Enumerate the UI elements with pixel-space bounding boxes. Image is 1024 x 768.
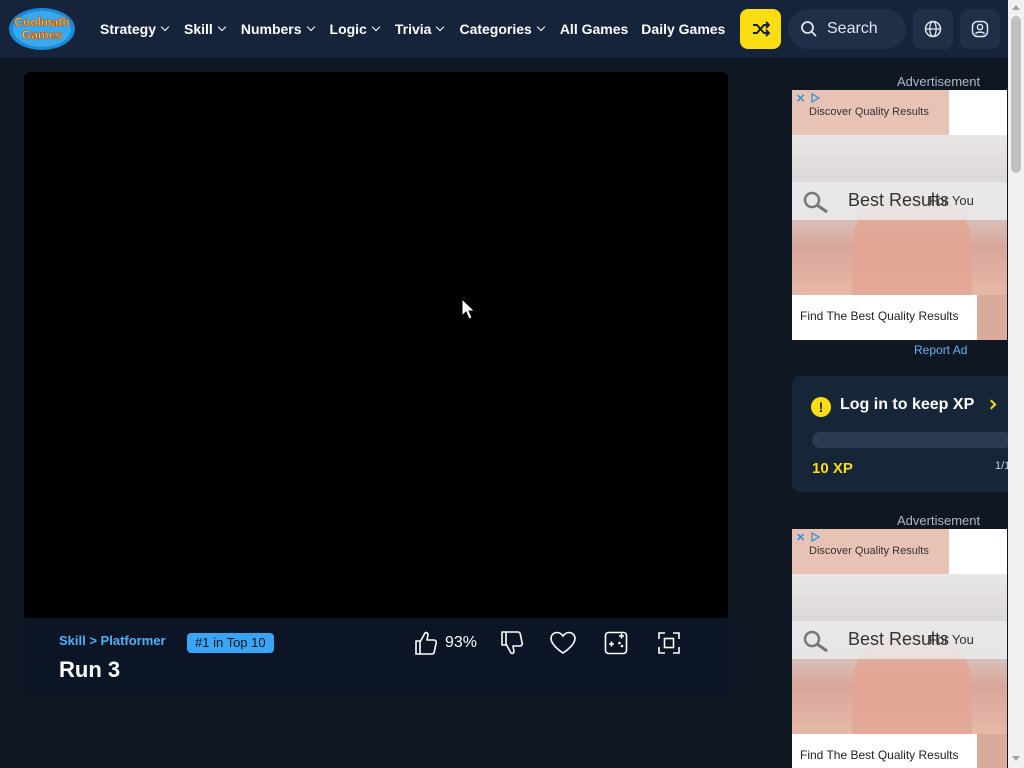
xp-progress-bar bbox=[812, 432, 1008, 448]
report-ad-link[interactable]: Report Ad bbox=[914, 343, 967, 357]
fullscreen-icon bbox=[658, 632, 680, 654]
favorite-button[interactable] bbox=[549, 630, 577, 656]
nav-numbers[interactable]: Numbers bbox=[241, 21, 315, 37]
random-game-button[interactable] bbox=[740, 9, 781, 49]
advertisement-label: Advertisement bbox=[897, 74, 981, 89]
advertisement-label: Advertisement bbox=[897, 513, 981, 528]
ad-caption[interactable]: Find The Best Quality Results bbox=[792, 295, 977, 340]
account-button[interactable] bbox=[960, 9, 1000, 49]
ad-caption-text: Find The Best Quality Results bbox=[800, 309, 959, 323]
close-icon[interactable]: ✕ bbox=[796, 92, 805, 105]
warning-icon: ! bbox=[811, 397, 831, 417]
breadcrumb[interactable]: Skill > Platformer bbox=[59, 633, 166, 648]
ad-search-small-text: For You bbox=[929, 193, 974, 208]
xp-amount: 10 XP bbox=[812, 460, 853, 477]
top-navigation-bar: Coolmath Games Strategy Skill Numbers Lo… bbox=[0, 0, 1008, 58]
chevron-down-icon bbox=[536, 22, 546, 32]
globe-icon bbox=[924, 20, 942, 38]
scroll-down-arrow-icon[interactable] bbox=[1012, 756, 1020, 761]
user-icon bbox=[971, 20, 989, 38]
nav-all-games[interactable]: All Games bbox=[560, 21, 628, 37]
chevron-down-icon bbox=[436, 22, 445, 32]
game-title: Run 3 bbox=[59, 657, 121, 682]
nav-strategy[interactable]: Strategy bbox=[100, 21, 170, 37]
chevron-right-icon bbox=[986, 399, 997, 410]
thumbs-down-icon bbox=[501, 631, 524, 655]
ad-image[interactable]: Best Results For You bbox=[792, 574, 1007, 744]
logo-text-bottom: Games bbox=[22, 28, 62, 42]
magnifier-icon bbox=[803, 630, 828, 653]
ad-image[interactable]: Best Results For You bbox=[792, 135, 1007, 305]
search-button[interactable]: Search bbox=[788, 9, 906, 49]
chevron-down-icon bbox=[160, 22, 170, 32]
close-icon[interactable]: ✕ bbox=[796, 531, 805, 544]
chevron-down-icon bbox=[217, 22, 227, 32]
xp-login-prompt[interactable]: Log in to keep XP bbox=[840, 396, 974, 414]
rating-percentage: 93% bbox=[445, 634, 478, 651]
thumbs-up-icon bbox=[415, 631, 438, 655]
nav-daily-games[interactable]: Daily Games bbox=[641, 21, 725, 37]
nav-categories[interactable]: Categories bbox=[459, 21, 546, 37]
magnifier-icon bbox=[803, 191, 828, 214]
ad-header-text: Discover Quality Results bbox=[809, 545, 929, 557]
game-library-button[interactable] bbox=[604, 630, 628, 656]
chevron-down-icon bbox=[306, 22, 315, 32]
gamepad-add-icon bbox=[604, 631, 628, 655]
ad-caption[interactable]: Find The Best Quality Results bbox=[792, 734, 977, 768]
like-button[interactable]: 93% bbox=[414, 630, 477, 656]
dislike-button[interactable] bbox=[500, 630, 524, 656]
nav-skill[interactable]: Skill bbox=[184, 21, 227, 37]
ad-caption-text: Find The Best Quality Results bbox=[800, 748, 959, 762]
ad-search-graphic: Best Results For You bbox=[792, 621, 1007, 659]
ad-search-small-text: For You bbox=[929, 632, 974, 647]
logo-text-top: Coolmath bbox=[14, 15, 69, 29]
heart-icon bbox=[550, 631, 576, 654]
coolmath-games-logo[interactable]: Coolmath Games bbox=[8, 7, 76, 51]
xp-card[interactable]: ! Log in to keep XP 10 XP 1/1 bbox=[792, 376, 1008, 492]
language-button[interactable] bbox=[913, 9, 953, 49]
ad-search-graphic: Best Results For You bbox=[792, 182, 1007, 220]
scroll-up-arrow-icon[interactable] bbox=[1012, 5, 1020, 10]
ad-choices-icon[interactable] bbox=[810, 532, 820, 542]
search-label: Search bbox=[827, 20, 878, 37]
ad-choices-icon[interactable] bbox=[810, 93, 820, 103]
search-icon bbox=[801, 21, 817, 37]
game-frame[interactable] bbox=[24, 72, 728, 618]
nav-logic[interactable]: Logic bbox=[330, 21, 381, 37]
nav-trivia[interactable]: Trivia bbox=[395, 21, 445, 37]
scroll-thumb[interactable] bbox=[1011, 16, 1021, 173]
rank-badge[interactable]: #1 in Top 10 bbox=[187, 633, 274, 653]
ad-caption-image bbox=[977, 295, 1007, 340]
chevron-down-icon bbox=[371, 22, 381, 32]
ad-header-text: Discover Quality Results bbox=[809, 106, 929, 118]
ad-caption-image bbox=[977, 734, 1007, 768]
game-card: Skill > Platformer #1 in Top 10 Run 3 93… bbox=[24, 72, 728, 694]
sidebar-ad-1[interactable]: Discover Quality Results ✕ Best Results … bbox=[792, 90, 1007, 340]
page-scrollbar[interactable] bbox=[1008, 0, 1024, 768]
mouse-cursor-icon bbox=[461, 298, 475, 320]
fullscreen-button[interactable] bbox=[657, 630, 681, 656]
xp-level: 1/1 bbox=[995, 460, 1008, 472]
shuffle-icon bbox=[752, 21, 770, 37]
sidebar-ad-2[interactable]: Discover Quality Results ✕ Best Results … bbox=[792, 529, 1007, 768]
main-nav: Strategy Skill Numbers Logic Trivia Cate… bbox=[100, 0, 738, 58]
